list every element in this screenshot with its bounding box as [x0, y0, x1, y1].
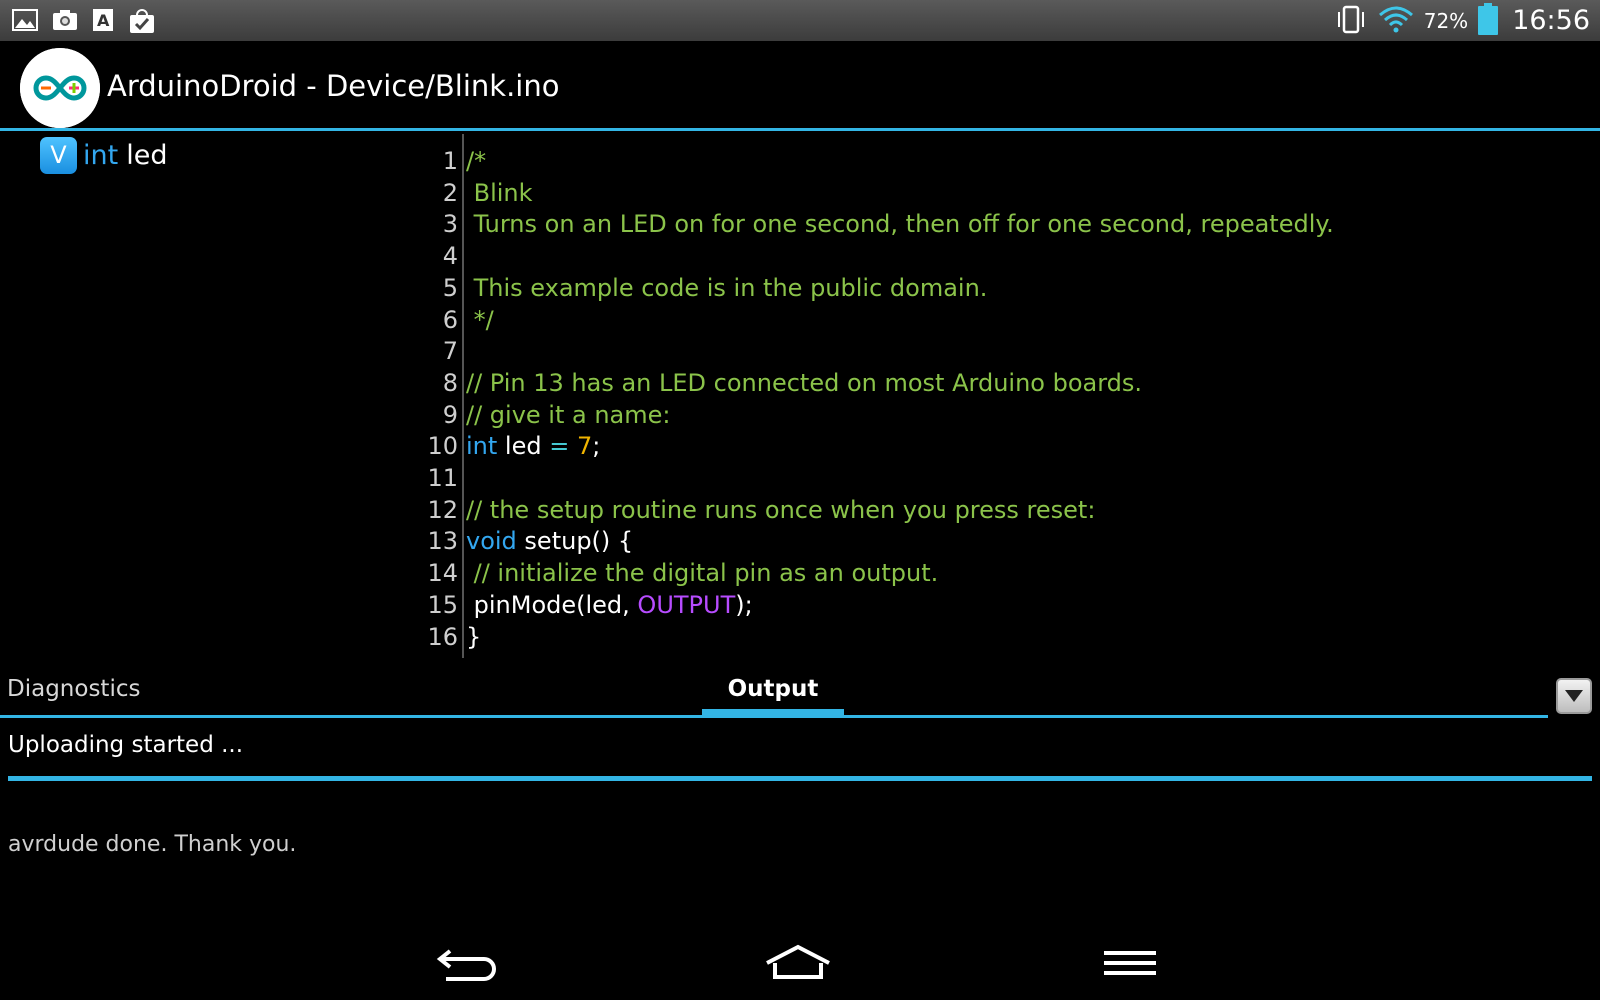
code-token: 7: [576, 432, 593, 461]
font-icon: A: [92, 7, 114, 37]
code-line[interactable]: 10 int led = 7;: [0, 431, 1600, 462]
menu-icon: [1104, 951, 1156, 975]
code-line[interactable]: 7: [0, 336, 1600, 367]
code-token: // give it a name:: [466, 400, 671, 429]
line-number: 10: [427, 432, 458, 461]
code-token: */: [466, 305, 494, 334]
code-text: int led = 7;: [466, 431, 600, 462]
code-token: ;: [592, 432, 601, 461]
code-token: =: [549, 432, 570, 461]
code-line[interactable]: 14 // initialize the digital pin as an o…: [0, 558, 1600, 589]
code-editor[interactable]: 1/* 2 Blink 3 Turns on an LED on for one s…: [0, 146, 1600, 656]
action-bar: ArduinoDroid - Device/Blink.ino: [0, 41, 1600, 131]
code-line[interactable]: 12 // the setup routine runs once when yo…: [0, 495, 1600, 526]
home-button[interactable]: [758, 938, 838, 988]
back-button[interactable]: [428, 938, 508, 988]
code-token: led: [497, 432, 550, 461]
code-text: pinMode(led, OUTPUT);: [466, 590, 753, 621]
code-token: /*: [466, 147, 487, 175]
code-token: );: [735, 590, 753, 619]
active-tab-indicator: [702, 709, 844, 717]
battery-percent: 72%: [1423, 8, 1469, 33]
arduino-logo-icon[interactable]: [20, 48, 100, 128]
code-text: }: [466, 622, 481, 653]
code-line[interactable]: 3 Turns on an LED on for one second, the…: [0, 209, 1600, 240]
code-line[interactable]: 11: [0, 463, 1600, 494]
line-number: 7: [442, 337, 458, 366]
line-number: 2: [442, 178, 458, 207]
code-line[interactable]: 6 */: [0, 305, 1600, 336]
code-line[interactable]: 2 Blink: [0, 178, 1600, 209]
code-text: /*: [466, 146, 486, 177]
code-text: */: [466, 305, 494, 336]
code-token: Turns on an LED on for one second, then …: [466, 210, 1334, 239]
vibrate-icon: [1334, 4, 1368, 38]
shopping-bag-icon: [128, 7, 156, 39]
upload-progress-bar: [8, 776, 1592, 781]
upload-progress-fill: [8, 776, 1592, 781]
chevron-down-icon: [1565, 690, 1583, 702]
code-line[interactable]: 8 // Pin 13 has an LED connected on most …: [0, 368, 1600, 399]
tab-diagnostics[interactable]: Diagnostics: [7, 676, 140, 702]
code-line[interactable]: 16}: [0, 622, 1600, 653]
line-number: 9: [442, 400, 458, 429]
code-token: // initialize the digital pin as an outp…: [466, 559, 939, 588]
code-text: This example code is in the public domai…: [466, 273, 988, 304]
code-line[interactable]: 4: [0, 241, 1600, 272]
code-line[interactable]: 13 void setup() {: [0, 526, 1600, 557]
code-text: // the setup routine runs once when you …: [466, 495, 1095, 526]
code-token: // the setup routine runs once when you …: [466, 495, 1096, 524]
svg-text:A: A: [97, 11, 110, 30]
code-text: void setup() {: [466, 526, 633, 557]
menu-button[interactable]: [1090, 938, 1170, 988]
line-number: 3: [442, 210, 458, 239]
code-token: // Pin 13 has an LED connected on most A…: [466, 368, 1143, 397]
code-text: // initialize the digital pin as an outp…: [466, 558, 939, 589]
code-line[interactable]: 5 This example code is in the public dom…: [0, 273, 1600, 304]
battery-icon: [1478, 2, 1499, 39]
camera-icon: [52, 7, 78, 37]
code-token: pinMode(led,: [466, 590, 638, 619]
line-number: 16: [427, 622, 458, 651]
home-icon: [766, 944, 830, 979]
line-number: 5: [442, 273, 458, 302]
back-icon: [436, 949, 496, 981]
line-number: 8: [442, 368, 458, 397]
status-bar: A 72% 16:56: [0, 0, 1600, 41]
navigation-bar: [0, 920, 1600, 1000]
line-number: 1: [442, 147, 458, 175]
output-log: avrdude done. Thank you.: [8, 832, 297, 857]
line-number: 15: [427, 590, 458, 619]
code-token: Blink: [466, 178, 533, 207]
code-text: // Pin 13 has an LED connected on most A…: [466, 368, 1142, 399]
code-token: void: [466, 527, 517, 556]
code-line[interactable]: 1 /*: [0, 146, 1600, 177]
collapse-panel-button[interactable]: [1556, 678, 1592, 714]
code-token: OUTPUT: [637, 590, 736, 619]
code-token: This example code is in the public domai…: [466, 273, 988, 302]
code-line[interactable]: 9 // give it a name:: [0, 400, 1600, 431]
code-text: Turns on an LED on for one second, then …: [466, 209, 1334, 240]
code-text: Blink: [466, 178, 533, 209]
code-text: // give it a name:: [466, 400, 671, 431]
line-number: 14: [427, 559, 458, 588]
clock: 16:56: [1512, 5, 1590, 36]
app-title: ArduinoDroid - Device/Blink.ino: [107, 69, 560, 103]
line-number: 4: [442, 242, 458, 271]
line-number: 11: [427, 464, 458, 492]
code-token: }: [466, 622, 482, 651]
wifi-icon: [1378, 5, 1414, 37]
code-token: setup() {: [516, 527, 634, 556]
upload-status-text: Uploading started ...: [8, 732, 244, 758]
gallery-icon: [12, 7, 38, 37]
line-number: 12: [427, 495, 458, 524]
line-number: 6: [442, 305, 458, 334]
code-token: int: [466, 432, 498, 461]
code-line[interactable]: 15 pinMode(led, OUTPUT);: [0, 590, 1600, 621]
line-number: 13: [427, 527, 458, 556]
